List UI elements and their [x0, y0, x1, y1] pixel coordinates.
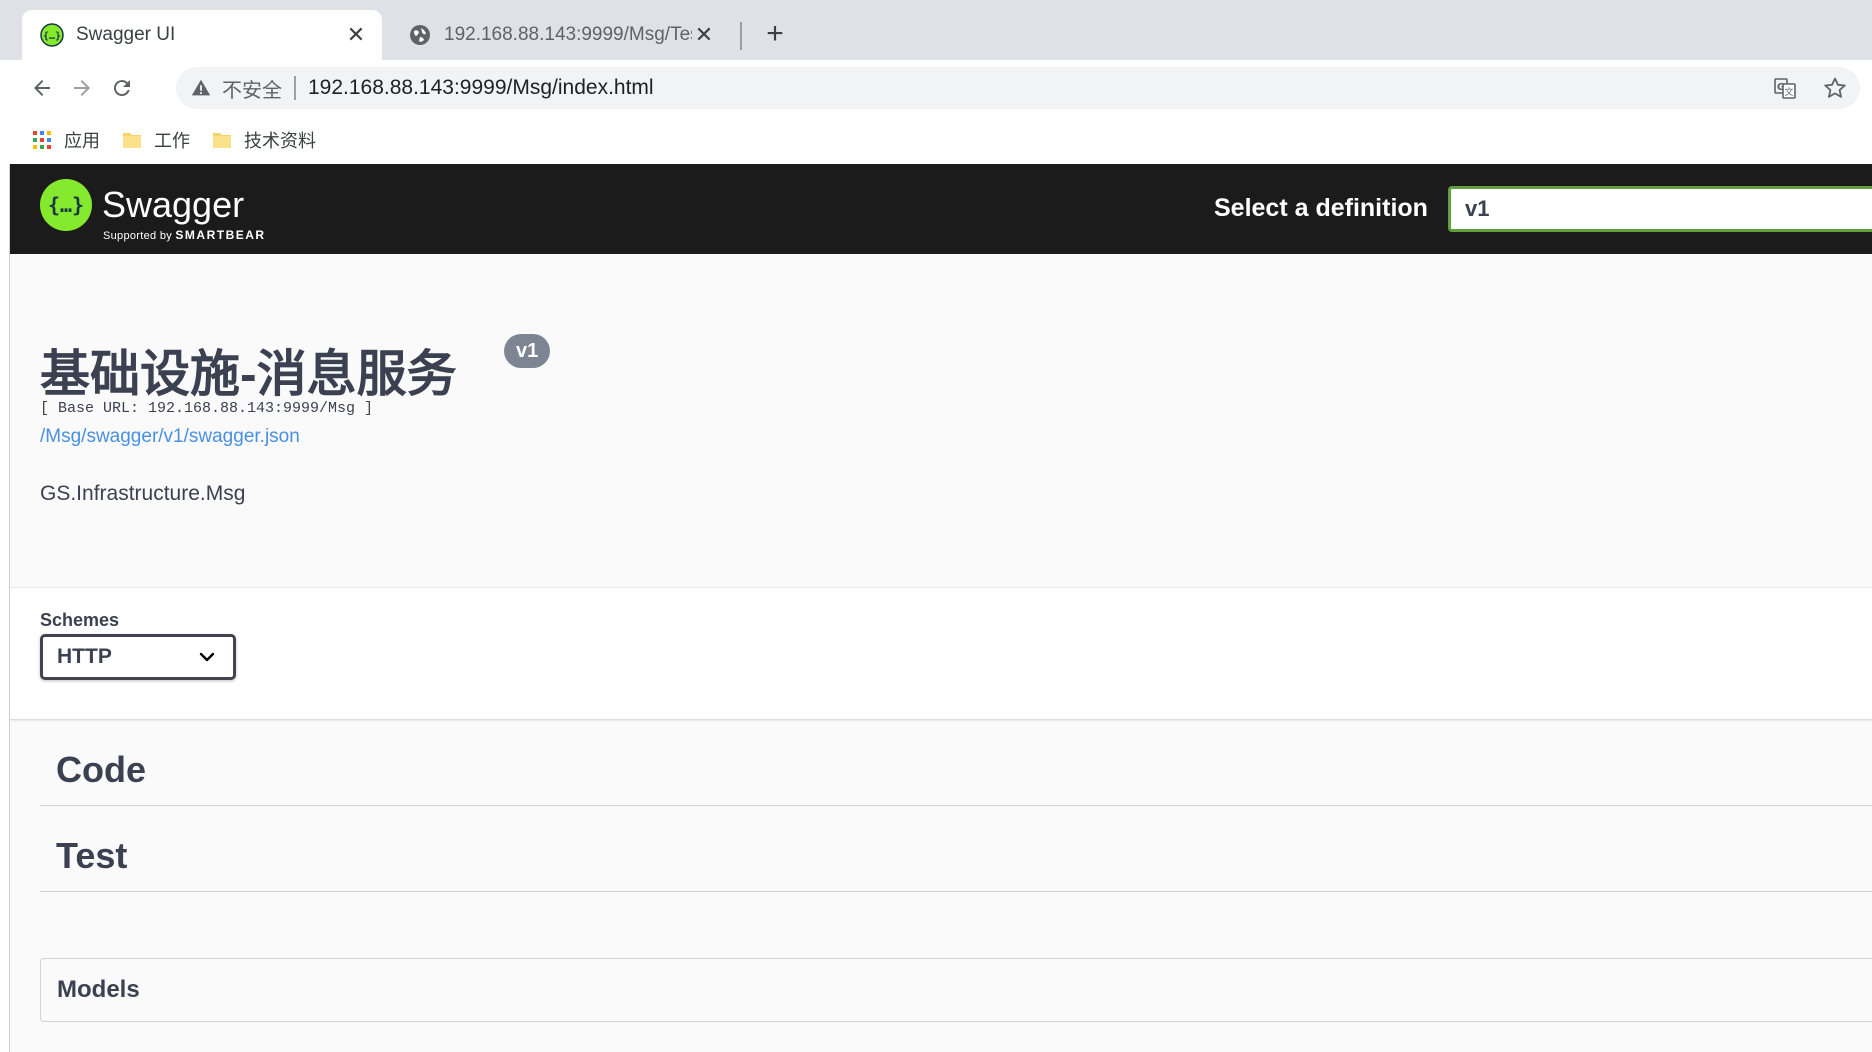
arrow-left-icon: [34, 80, 50, 96]
bookmarks-bar: 应用 工作 技术资料: [0, 116, 1872, 164]
tab-title: 192.168.88.143:9999/Msg/Test: [444, 24, 692, 45]
version-badge: v1: [504, 334, 551, 368]
chevron-down-icon: [199, 652, 215, 662]
tag-name: Test: [56, 835, 128, 876]
url-text[interactable]: 192.168.88.143:9999/Msg/index.html: [308, 76, 654, 100]
swagger-json-link[interactable]: /Msg/swagger/v1/swagger.json: [40, 426, 300, 448]
folder-icon: [213, 133, 231, 148]
translate-icon[interactable]: G文: [1770, 73, 1800, 103]
tab-title: Swagger UI: [76, 24, 176, 45]
svg-text:{…}: {…}: [49, 193, 83, 217]
swagger-page: {…} Swagger Supported by SMARTBEAR Selec…: [10, 164, 1872, 1052]
forward-button[interactable]: [64, 70, 100, 106]
bookmark-tech-docs[interactable]: 技术资料: [212, 127, 316, 153]
svg-text:文: 文: [1784, 86, 1793, 98]
tab-strip: {…} Swagger UI ✕ 192.168.88.143:9999/Msg…: [0, 0, 1872, 60]
definition-select[interactable]: v1: [1448, 186, 1872, 232]
swagger-favicon: {…}: [40, 23, 64, 47]
reload-button[interactable]: [104, 70, 140, 106]
swagger-topbar: {…} Swagger Supported by SMARTBEAR Selec…: [10, 164, 1872, 254]
globe-icon: [410, 25, 430, 45]
svg-text:{…}: {…}: [43, 31, 61, 42]
schemes-selected-value: HTTP: [57, 645, 112, 668]
tab-swagger-ui[interactable]: {…} Swagger UI ✕: [22, 10, 382, 60]
bookmark-work[interactable]: 工作: [122, 127, 190, 153]
browser-toolbar: 不安全 192.168.88.143:9999/Msg/index.html G…: [0, 60, 1872, 116]
models-section[interactable]: Models: [40, 958, 1872, 1022]
reload-icon: [113, 80, 130, 97]
page-left-edge: [0, 164, 10, 1052]
models-title: Models: [57, 976, 140, 1003]
warning-icon: [191, 79, 211, 96]
tab-separator: [740, 22, 742, 50]
tab-test-page[interactable]: 192.168.88.143:9999/Msg/Test ✕: [390, 10, 730, 60]
address-bar[interactable]: 不安全 192.168.88.143:9999/Msg/index.html G…: [176, 67, 1860, 109]
schemes-label: Schemes: [40, 610, 120, 630]
tag-section-test[interactable]: Test: [40, 806, 1872, 892]
schemes-select[interactable]: HTTP: [40, 634, 236, 680]
operation-tags: Code Test: [40, 720, 1872, 892]
swagger-logo-icon[interactable]: {…}: [40, 179, 92, 231]
bookmark-apps[interactable]: 应用: [32, 127, 100, 153]
tab-close-icon[interactable]: ✕: [344, 22, 368, 47]
definition-label: Select a definition: [1214, 194, 1428, 222]
folder-icon: [123, 133, 141, 148]
back-button[interactable]: [24, 70, 60, 106]
api-description: GS.Infrastructure.Msg: [40, 482, 246, 505]
swagger-logo-text[interactable]: Swagger: [102, 184, 244, 226]
arrow-right-icon: [74, 80, 90, 96]
security-status[interactable]: 不安全: [222, 74, 282, 103]
tab-close-icon[interactable]: ✕: [692, 22, 716, 47]
apps-grid-icon: [33, 131, 51, 149]
bookmark-star-icon[interactable]: [1820, 73, 1850, 103]
api-info: 基础设施-消息服务 v1 [ Base URL: 192.168.88.143:…: [10, 254, 1872, 588]
api-title: 基础设施-消息服务: [40, 346, 457, 402]
new-tab-icon[interactable]: +: [760, 19, 790, 50]
schemes-section: Schemes HTTP: [10, 588, 1872, 720]
tag-section-code[interactable]: Code: [40, 720, 1872, 806]
base-url: [ Base URL: 192.168.88.143:9999/Msg ]: [40, 400, 374, 417]
omnibox-separator: [294, 76, 296, 100]
logo-sub-prefix: Supported by: [103, 230, 173, 242]
bookmark-label: 工作: [154, 131, 190, 151]
tag-name: Code: [56, 749, 146, 790]
bookmark-label: 技术资料: [244, 131, 316, 151]
logo-sub-brand: SMARTBEAR: [175, 228, 266, 242]
swagger-logo-subtitle: Supported by SMARTBEAR: [103, 228, 266, 242]
bookmark-label: 应用: [64, 131, 100, 151]
